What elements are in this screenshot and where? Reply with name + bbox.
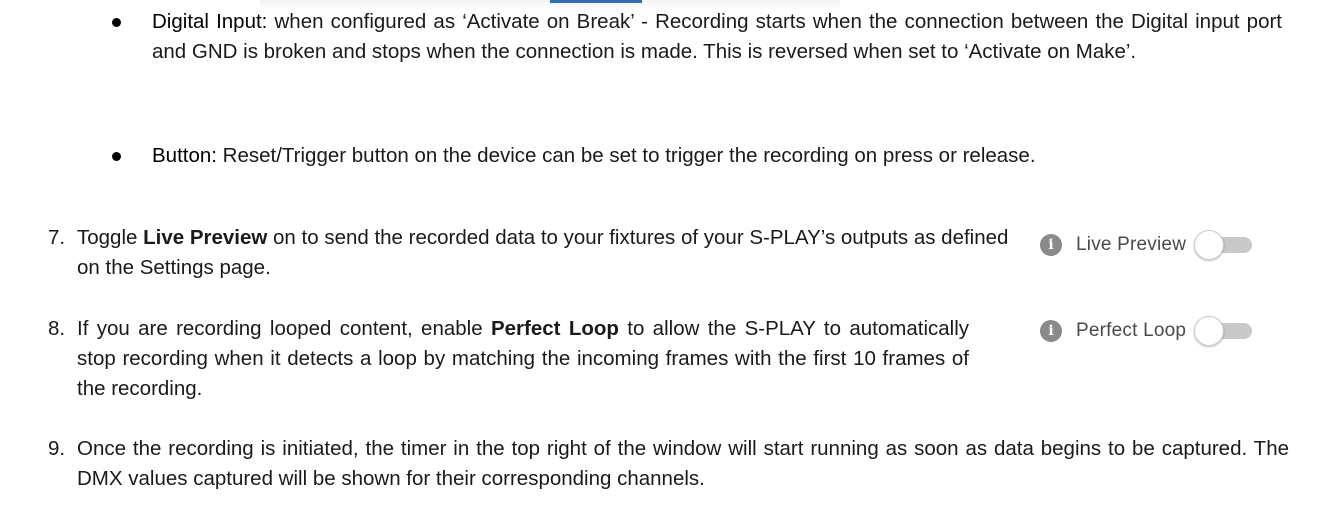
step-bold-term: Perfect Loop: [490, 317, 619, 340]
switch-knob: [1194, 316, 1225, 346]
step-number: 9.: [48, 437, 66, 460]
toggle-label: Live Preview: [1076, 234, 1187, 255]
bullet-term: Digital Input:: [152, 10, 268, 33]
step-number: 7.: [48, 226, 66, 249]
bullet-text: when configured as ‘Activate on Break’ -…: [152, 10, 1283, 63]
step-timer: Once the recording is initiated, the tim…: [77, 434, 1289, 494]
bullet-dot: [112, 152, 121, 161]
step-bold-term: Live Preview: [143, 226, 268, 249]
switch-knob: [1194, 230, 1225, 260]
bullet-term: Button:: [152, 144, 217, 167]
perfect-loop-toggle-row: i Perfect Loop: [1040, 316, 1254, 346]
bullet-text: Reset/Trigger button on the device can b…: [216, 144, 1036, 167]
perfect-loop-switch[interactable]: [1194, 316, 1254, 346]
toggle-label: Perfect Loop: [1076, 320, 1187, 341]
step-perfect-loop: If you are recording looped content, ena…: [77, 314, 969, 404]
bullet-button: Button: Reset/Trigger button on the devi…: [152, 141, 1282, 171]
bullet-digital-input: Digital Input: when configured as ‘Activ…: [152, 7, 1282, 67]
info-icon[interactable]: i: [1040, 320, 1062, 342]
step-text: If you are recording looped content, ena…: [77, 317, 491, 340]
bullet-dot: [112, 18, 121, 27]
step-live-preview: Toggle Live Preview on to send the recor…: [77, 223, 1022, 283]
step-text: Once the recording is initiated, the tim…: [77, 437, 1289, 490]
info-icon[interactable]: i: [1040, 234, 1062, 256]
step-text: Toggle: [77, 226, 144, 249]
cropped-tab-accent: [550, 0, 642, 3]
step-number: 8.: [48, 317, 66, 340]
live-preview-toggle-row: i Live Preview: [1040, 230, 1254, 260]
live-preview-switch[interactable]: [1194, 230, 1254, 260]
